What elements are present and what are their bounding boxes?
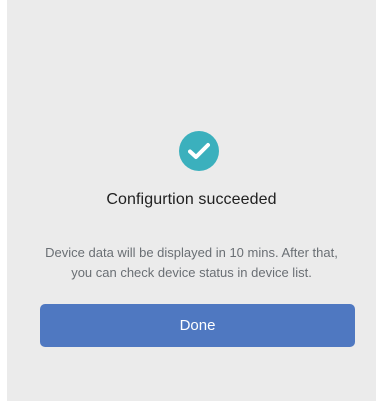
checkmark-icon-glyph — [188, 143, 210, 159]
success-message: Device data will be displayed in 10 mins… — [24, 243, 359, 283]
success-message-line-2: you can check device status in device li… — [71, 265, 312, 280]
success-icon-wrapper — [173, 131, 225, 171]
checkmark-icon — [179, 131, 219, 171]
done-button[interactable]: Done — [40, 304, 355, 347]
success-title: Configurtion succeeded — [106, 191, 277, 208]
success-message-line-1: Device data will be displayed in 10 mins… — [45, 245, 338, 260]
